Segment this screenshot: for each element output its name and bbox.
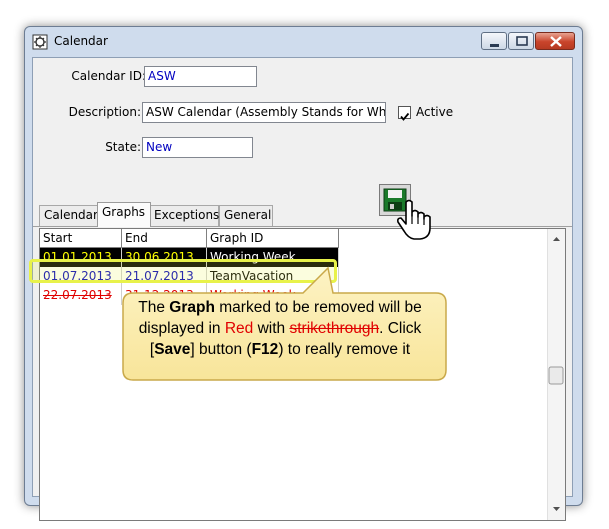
active-label: Active	[416, 105, 454, 119]
hand-cursor-icon	[397, 199, 431, 240]
column-header-start[interactable]: Start	[40, 229, 122, 248]
state-field[interactable]: New	[142, 137, 253, 158]
description-label: Description:	[68, 105, 141, 119]
minimize-button[interactable]	[481, 32, 507, 50]
calendar-id-field[interactable]: ASW	[144, 66, 257, 87]
scrollbar-graphics	[548, 237, 564, 511]
column-header-end[interactable]: End	[122, 229, 207, 248]
close-button[interactable]	[535, 32, 575, 50]
maximize-button[interactable]	[508, 32, 534, 50]
window-title: Calendar	[54, 34, 108, 48]
calendar-app-icon	[32, 34, 48, 50]
close-icon	[550, 36, 562, 47]
callout-text: The Graph marked to be removed will be d…	[138, 299, 422, 358]
tab-general[interactable]: General	[219, 205, 273, 226]
checkmark-icon	[400, 112, 410, 121]
active-checkbox[interactable]	[398, 106, 411, 121]
state-label: State:	[105, 140, 141, 154]
calendar-id-label: Calendar ID:	[71, 69, 146, 83]
tab-graphs[interactable]: Graphs	[97, 202, 151, 227]
removed-row-highlight	[29, 259, 337, 283]
maximize-icon	[516, 36, 528, 46]
vertical-scrollbar[interactable]	[547, 229, 565, 520]
row-start-cell: 22.07.2013	[40, 286, 122, 305]
minimize-icon	[490, 44, 499, 47]
tab-calendar[interactable]: Calendar	[39, 205, 99, 226]
tab-bar: Calendar Graphs Exceptions General	[33, 199, 572, 227]
title-bar[interactable]: Calendar	[25, 27, 582, 57]
column-header-graph-id[interactable]: Graph ID	[207, 229, 339, 248]
tab-exceptions[interactable]: Exceptions	[149, 205, 219, 226]
description-field[interactable]: ASW Calendar (Assembly Stands for Wheels…	[142, 102, 386, 123]
